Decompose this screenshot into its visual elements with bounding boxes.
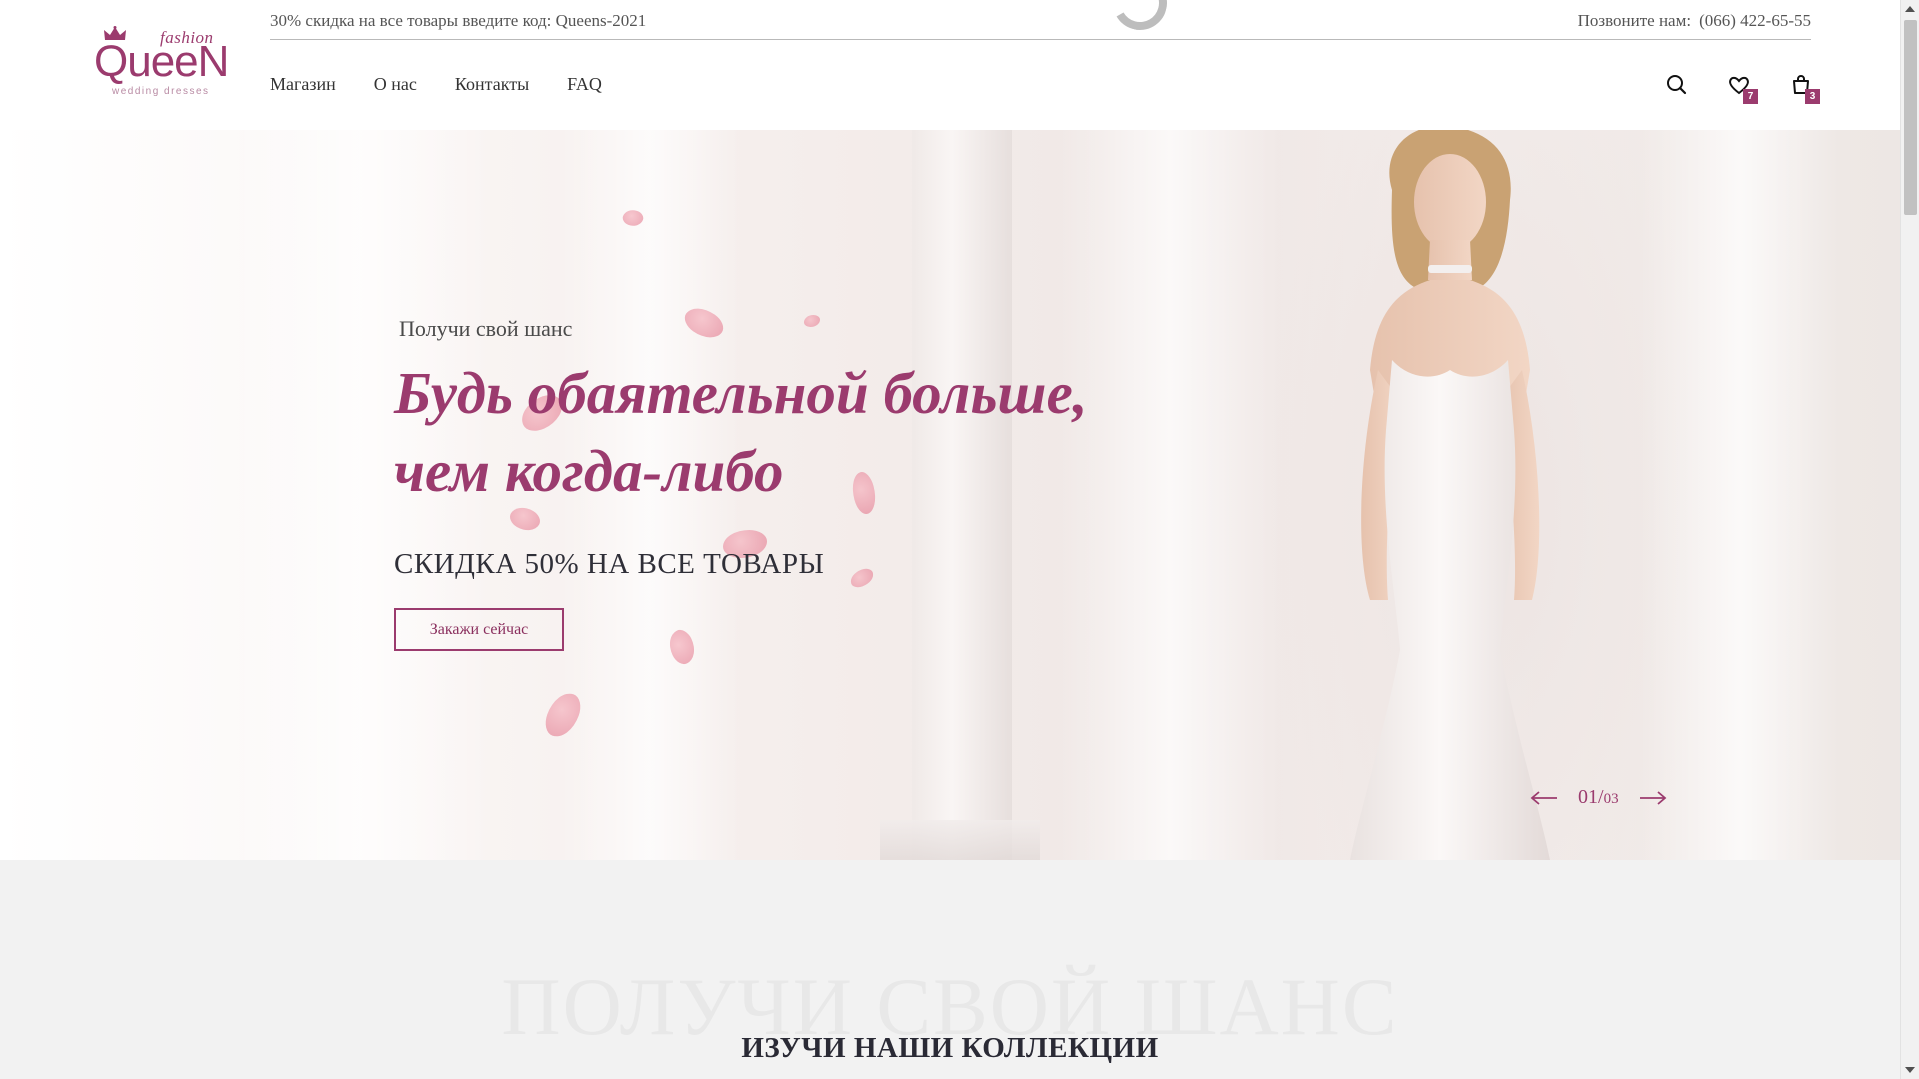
scroll-up-arrow-icon[interactable] bbox=[1905, 6, 1915, 12]
arrow-right-icon[interactable] bbox=[1639, 790, 1667, 806]
logo[interactable]: fashion QueeN wedding dresses bbox=[94, 26, 229, 102]
phone-info: Позвоните нам: (066) 422-65-55 bbox=[1578, 11, 1811, 31]
wishlist-count-badge: 7 bbox=[1743, 89, 1758, 104]
slide-counter: 01/03 bbox=[1578, 786, 1619, 808]
search-icon bbox=[1667, 75, 1687, 95]
site-header: fashion QueeN wedding dresses 30% скидка… bbox=[0, 0, 1900, 130]
main-nav: Магазин О нас Контакты FAQ bbox=[270, 74, 602, 95]
slide-current: 01 bbox=[1578, 786, 1598, 808]
page-scrollbar[interactable] bbox=[1900, 0, 1919, 1079]
slide-total: 03 bbox=[1603, 791, 1619, 807]
order-now-button[interactable]: Закажи сейчас bbox=[394, 608, 564, 651]
hero-subtitle: Получи свой шанс bbox=[399, 316, 573, 341]
cart-button[interactable]: 3 bbox=[1788, 72, 1820, 104]
curtain-drape bbox=[1640, 130, 1840, 860]
nav-item-faq[interactable]: FAQ bbox=[567, 74, 602, 95]
scroll-down-arrow-icon[interactable] bbox=[1905, 1067, 1915, 1073]
slider-controls: 01/03 bbox=[1530, 786, 1667, 809]
cart-count-badge: 3 bbox=[1805, 89, 1820, 104]
arrow-left-icon[interactable] bbox=[1530, 790, 1558, 806]
nav-item-contacts[interactable]: Контакты bbox=[455, 74, 529, 95]
rose-petal bbox=[804, 315, 820, 327]
hero-slider: Получи свой шанс Будь обаятельной больше… bbox=[0, 130, 1900, 860]
collections-section: ПОЛУЧИ СВОЙ ШАНС ИЗУЧИ НАШИ КОЛЛЕКЦИИ bbox=[0, 860, 1900, 1079]
wishlist-button[interactable]: 7 bbox=[1726, 72, 1758, 104]
nav-item-about[interactable]: О нас bbox=[374, 74, 417, 95]
promo-text: 30% скидка на все товары введите код: Qu… bbox=[270, 11, 647, 30]
hero-title: Будь обаятельной больше, чем когда-либо bbox=[394, 360, 1088, 504]
hero-discount: СКИДКА 50% НА ВСЕ ТОВАРЫ bbox=[394, 548, 825, 580]
phone-label: Позвоните нам: bbox=[1577, 11, 1692, 30]
search-button[interactable] bbox=[1664, 72, 1690, 98]
logo-tagline: wedding dresses bbox=[112, 86, 210, 97]
bride-model-image bbox=[1350, 130, 1550, 860]
logo-name: QueeN bbox=[94, 37, 229, 86]
collections-title: ИЗУЧИ НАШИ КОЛЛЕКЦИИ bbox=[741, 1032, 1159, 1064]
top-bar: 30% скидка на все товары введите код: Qu… bbox=[270, 9, 1811, 40]
scrollbar-thumb[interactable] bbox=[1904, 20, 1917, 215]
background-pillar-base bbox=[880, 820, 1040, 860]
rose-petal bbox=[847, 566, 877, 590]
phone-number[interactable]: (066) 422-65-55 bbox=[1699, 11, 1811, 30]
nav-item-shop[interactable]: Магазин bbox=[270, 74, 336, 95]
